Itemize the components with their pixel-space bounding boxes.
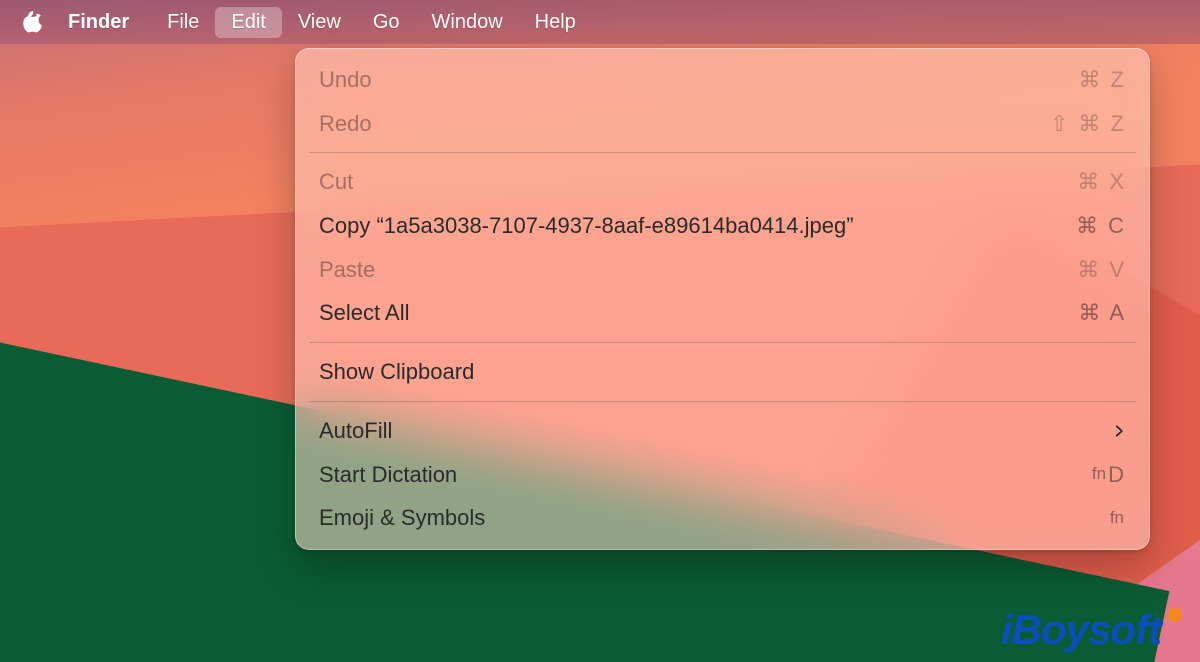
menu-item-label: Start Dictation (319, 460, 1068, 490)
edit-menu-dropdown: Undo ⌘ Z Redo ⇧ ⌘ Z Cut ⌘ X Copy “1a5a30… (295, 48, 1150, 550)
menu-item-undo: Undo ⌘ Z (295, 58, 1150, 102)
menu-item-shortcut: ⌘ A (1078, 298, 1126, 328)
menubar-item-window[interactable]: Window (416, 7, 519, 38)
menu-item-show-clipboard[interactable]: Show Clipboard (295, 350, 1150, 394)
menu-item-label: Emoji & Symbols (319, 503, 1086, 533)
menu-item-cut: Cut ⌘ X (295, 160, 1150, 204)
menu-separator (309, 152, 1136, 153)
watermark-logo: iBoysoft (1001, 606, 1175, 654)
menubar-item-edit[interactable]: Edit (215, 7, 281, 38)
menu-item-select-all[interactable]: Select All ⌘ A (295, 291, 1150, 335)
watermark-dot-icon (1168, 608, 1182, 622)
menu-item-label: Show Clipboard (319, 357, 1102, 387)
menu-item-shortcut: fn D (1092, 460, 1126, 490)
chevron-right-icon (1112, 420, 1126, 442)
menu-item-label: Undo (319, 65, 1054, 95)
menu-separator (309, 342, 1136, 343)
menu-item-copy[interactable]: Copy “1a5a3038-7107-4937-8aaf-e89614ba04… (295, 204, 1150, 248)
menu-bar: Finder File Edit View Go Window Help (0, 0, 1200, 44)
menubar-item-go[interactable]: Go (357, 7, 416, 38)
menu-item-paste: Paste ⌘ V (295, 248, 1150, 292)
apple-logo-icon[interactable] (20, 11, 42, 33)
menu-item-shortcut: ⇧ ⌘ Z (1050, 109, 1126, 139)
menubar-item-view[interactable]: View (282, 7, 357, 38)
menu-separator (309, 401, 1136, 402)
menu-item-label: Copy “1a5a3038-7107-4937-8aaf-e89614ba04… (319, 211, 1052, 241)
menu-item-shortcut: ⌘ C (1076, 211, 1126, 241)
menu-item-shortcut: fn (1110, 507, 1126, 530)
menu-item-label: Cut (319, 167, 1053, 197)
menubar-item-file[interactable]: File (151, 7, 215, 38)
menu-item-autofill[interactable]: AutoFill (295, 409, 1150, 453)
menu-item-shortcut: ⌘ V (1077, 255, 1126, 285)
menubar-item-help[interactable]: Help (519, 7, 592, 38)
menu-item-label: Redo (319, 109, 1026, 139)
menu-item-label: Select All (319, 298, 1054, 328)
watermark-text: iBoysoft (1001, 606, 1161, 653)
menu-item-label: Paste (319, 255, 1053, 285)
menubar-app-name[interactable]: Finder (60, 7, 137, 38)
menu-item-shortcut: ⌘ Z (1078, 65, 1126, 95)
menu-item-redo: Redo ⇧ ⌘ Z (295, 102, 1150, 146)
menu-item-shortcut: ⌘ X (1077, 167, 1126, 197)
menu-item-label: AutoFill (319, 416, 1088, 446)
menu-item-emoji-symbols[interactable]: Emoji & Symbols fn (295, 496, 1150, 540)
menu-item-start-dictation[interactable]: Start Dictation fn D (295, 453, 1150, 497)
submenu-indicator (1112, 420, 1126, 442)
